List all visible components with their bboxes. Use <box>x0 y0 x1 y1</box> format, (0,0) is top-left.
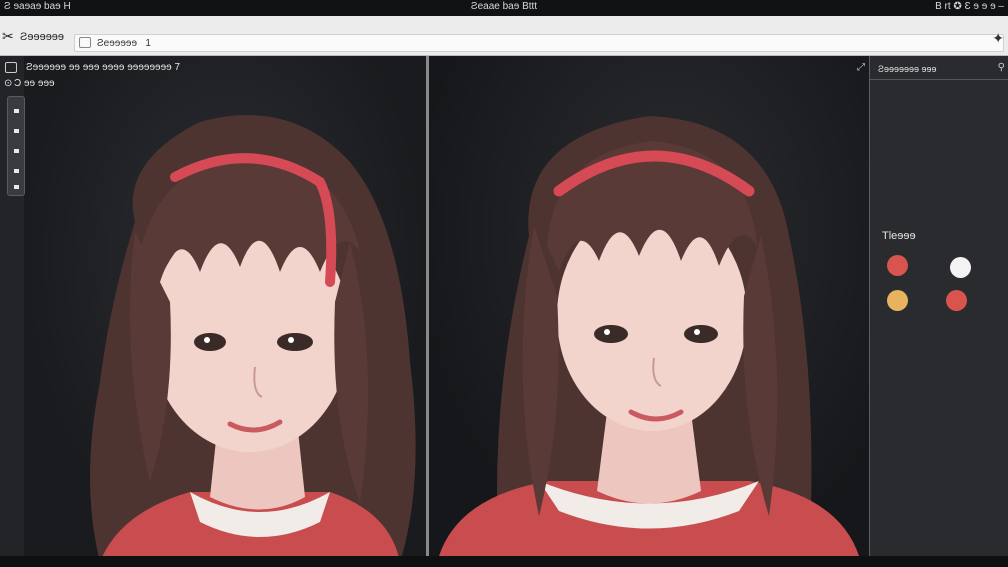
status-bar <box>0 556 1008 567</box>
search-input[interactable] <box>97 36 977 50</box>
swatch-white[interactable] <box>950 257 971 278</box>
left-canvas[interactable]: Ƨɘɘɘɘɘɘ ɘɘ ɘɘɘ ɘɘɘɘ ɘɘɘɘɘɘɘɘ 7 ⊙ Ɔ ɘɘ ɘɘ… <box>0 56 426 556</box>
tool-dot[interactable] <box>14 169 19 173</box>
sparkle-icon[interactable]: ✦ <box>992 30 1004 47</box>
editor-window: Ƨ ɘaɘaɘ baɘ H Ƨeaae baɘ Bttt B rt ✪ Ɛ ɘ … <box>0 0 1008 567</box>
scissors-icon[interactable]: ✂ <box>2 28 16 44</box>
portrait-right <box>439 96 859 556</box>
expand-icon[interactable]: ⤢ <box>857 62 865 73</box>
canvas-subcaption: Ɔ ɘɘ ɘɘɘ <box>14 78 55 89</box>
portrait-left <box>80 102 426 556</box>
tool-dot[interactable] <box>14 185 19 189</box>
swatch-yellow[interactable] <box>887 290 908 311</box>
tool-dot[interactable] <box>14 129 19 133</box>
swatch-red[interactable] <box>887 255 908 276</box>
panel-menu-icon[interactable]: ⚲ <box>998 62 1005 73</box>
search-box[interactable] <box>74 34 1004 52</box>
window-title: Ƨeaae baɘ Bttt <box>470 1 538 12</box>
tool-dot[interactable] <box>14 149 19 153</box>
image-frame-icon <box>5 62 17 73</box>
title-bar: Ƨ ɘaɘaɘ baɘ H Ƨeaae baɘ Bttt B rt ✪ Ɛ ɘ … <box>0 0 1008 16</box>
panel-header: Ƨɘɘɘɘɘɘɘ ɘɘɘ ⚲ <box>870 56 1008 80</box>
properties-panel: Ƨɘɘɘɘɘɘɘ ɘɘɘ ⚲ Tleɘɘɘ <box>869 56 1008 556</box>
sub-icon: ⊙ <box>4 78 13 89</box>
right-canvas[interactable]: ⤢ <box>429 56 869 556</box>
swatch-coral[interactable] <box>946 290 967 311</box>
title-right-controls[interactable]: B rt ✪ Ɛ ɘ ɘ ɘ – <box>935 1 1004 12</box>
image-icon <box>79 37 91 48</box>
theme-label: Tleɘɘɘ <box>882 230 916 242</box>
tool-dot[interactable] <box>14 109 19 113</box>
panel-title: Ƨɘɘɘɘɘɘɘ ɘɘɘ <box>878 64 937 74</box>
vertical-toolbar[interactable] <box>7 96 25 196</box>
toolbar: ✂ Ƨɘɘɘɘɘɘ ✦ <box>0 16 1008 56</box>
app-name: Ƨɘɘɘɘɘɘ <box>20 31 65 43</box>
canvas-caption: Ƨɘɘɘɘɘɘ ɘɘ ɘɘɘ ɘɘɘɘ ɘɘɘɘɘɘɘɘ 7 <box>26 62 181 73</box>
